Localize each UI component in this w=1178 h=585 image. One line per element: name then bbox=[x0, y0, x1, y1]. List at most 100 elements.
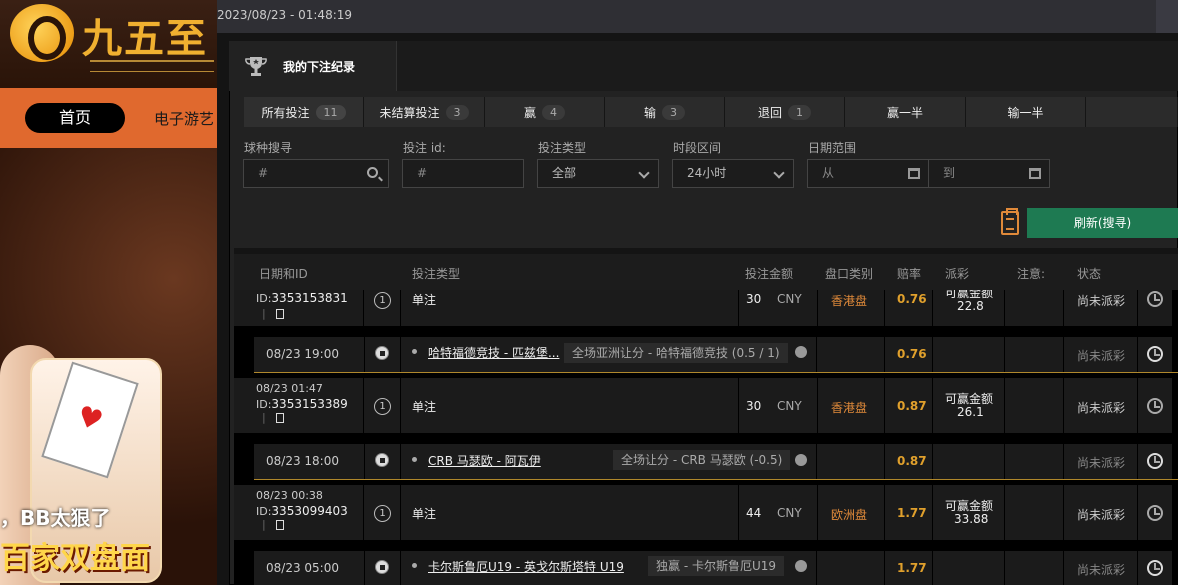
copy-icon[interactable] bbox=[275, 309, 284, 319]
clock-cell bbox=[1138, 444, 1172, 479]
bet-type-select[interactable]: 全部 bbox=[537, 159, 659, 188]
divider: | bbox=[262, 411, 266, 424]
status-cell: 尚未派彩 bbox=[1064, 485, 1137, 540]
nav-home-button[interactable]: 首页 bbox=[25, 103, 125, 133]
bet-id-line: ID:3353099403 bbox=[256, 504, 348, 519]
divider: | bbox=[262, 518, 266, 531]
col-market: 盘口类别 bbox=[825, 267, 874, 281]
status-cell: 尚未派彩 bbox=[1064, 290, 1137, 326]
odds-cell: 0.76 bbox=[885, 290, 932, 326]
tab-count: 3 bbox=[662, 104, 685, 120]
bet-id-prefix: ID: bbox=[256, 505, 272, 518]
clock-icon[interactable] bbox=[1147, 291, 1163, 307]
sport-search-input[interactable]: # bbox=[243, 159, 389, 188]
period-label: 时段区间 bbox=[673, 141, 722, 155]
tab-count: 1 bbox=[788, 104, 811, 120]
tab-lost[interactable]: 输 3 bbox=[605, 97, 725, 127]
match-link[interactable]: 卡尔斯鲁厄U19 - 英戈尔斯塔特 U19 bbox=[428, 558, 624, 575]
sport-cell bbox=[365, 337, 400, 372]
clock-icon[interactable] bbox=[1147, 505, 1163, 521]
tab-all-bets[interactable]: 所有投注 11 bbox=[244, 97, 364, 127]
copy-icon[interactable] bbox=[275, 520, 284, 530]
odds: 0.76 bbox=[897, 347, 927, 361]
copy-icon[interactable] bbox=[275, 413, 284, 423]
chevron-down-icon bbox=[638, 167, 650, 179]
bet-date: 08/23 00:38 bbox=[256, 489, 323, 502]
nav-electronic-games[interactable]: 电子游艺 bbox=[154, 108, 214, 129]
clock-icon[interactable] bbox=[1147, 346, 1163, 362]
divider: | bbox=[262, 307, 266, 320]
date-id-cell: 08/23 00:38 ID:3353099403 | bbox=[234, 485, 363, 540]
status-cell: 尚未派彩 bbox=[1064, 444, 1137, 479]
search-icon[interactable] bbox=[367, 167, 378, 178]
status: 尚未派彩 bbox=[1077, 349, 1126, 363]
tab-unsettled[interactable]: 未结算投注 3 bbox=[364, 97, 485, 127]
note-cell bbox=[1005, 337, 1063, 372]
bet-amount: 30 bbox=[746, 399, 762, 413]
market-type: 香港盘 bbox=[831, 401, 868, 415]
match-link[interactable]: CRB 马瑟欧 - 阿瓦伊 bbox=[428, 452, 541, 469]
amount-cell: 44 CNY bbox=[739, 485, 817, 540]
bullet-icon bbox=[412, 349, 417, 354]
payout-value: 26.1 bbox=[957, 405, 984, 419]
tab-half-won[interactable]: 赢一半 bbox=[845, 97, 966, 127]
pick-description: 全场让分 - CRB 马瑟欧 (-0.5) bbox=[613, 450, 791, 470]
calendar-icon[interactable] bbox=[908, 168, 920, 179]
note-cell bbox=[1005, 444, 1063, 479]
market-cell bbox=[817, 337, 884, 372]
tab-half-lost[interactable]: 输一半 bbox=[966, 97, 1086, 127]
selection-count: 1 bbox=[374, 292, 391, 309]
count-cell: 1 bbox=[364, 290, 400, 326]
payout-cell: 可赢金额 22.8 bbox=[933, 290, 1004, 326]
user-icon bbox=[795, 454, 807, 466]
sport-cell bbox=[365, 551, 400, 585]
currency: CNY bbox=[777, 292, 802, 306]
payout-cell bbox=[933, 444, 1004, 479]
date-id-cell: ID:3353153831 | bbox=[234, 290, 363, 326]
status: 尚未派彩 bbox=[1077, 563, 1126, 577]
copy-id-line: | bbox=[262, 307, 284, 321]
bet-id-input[interactable]: # bbox=[402, 159, 524, 188]
bet-id-placeholder: # bbox=[417, 166, 428, 180]
col-date-id: 日期和ID bbox=[259, 267, 308, 281]
bet-type-value: 全部 bbox=[552, 166, 577, 180]
clipboard-icon[interactable] bbox=[1001, 208, 1019, 235]
tab-refunded[interactable]: 退回 1 bbox=[725, 97, 845, 127]
clock-icon[interactable] bbox=[1147, 398, 1163, 414]
bet-id: 3353153831 bbox=[271, 291, 348, 305]
bet-id-line: ID:3353153831 bbox=[256, 291, 348, 306]
clock-icon[interactable] bbox=[1147, 560, 1163, 576]
match-link[interactable]: 哈特福德竞技 - 匹兹堡... bbox=[428, 344, 559, 361]
tab-label: 赢一半 bbox=[886, 105, 923, 120]
bet-id-label: 投注 id: bbox=[403, 141, 446, 155]
bet-id-prefix: ID: bbox=[256, 398, 272, 411]
clock-icon[interactable] bbox=[1147, 453, 1163, 469]
period-value: 24小时 bbox=[687, 166, 727, 180]
chevron-down-icon bbox=[773, 167, 785, 179]
payout-cell: 可赢金额 33.88 bbox=[933, 485, 1004, 540]
refresh-search-button[interactable]: 刷新(搜寻) bbox=[1027, 208, 1178, 238]
bet-amount: 30 bbox=[746, 292, 762, 306]
user-icon bbox=[795, 560, 807, 572]
date-id-cell: 08/23 01:47 ID:3353153389 | bbox=[234, 378, 363, 433]
payout-cell bbox=[933, 551, 1004, 585]
period-select[interactable]: 24小时 bbox=[672, 159, 794, 188]
sport-search-label: 球种搜寻 bbox=[244, 141, 293, 155]
bullet-icon bbox=[412, 563, 417, 568]
soccer-ball-icon bbox=[375, 560, 389, 574]
market-cell: 香港盘 bbox=[818, 378, 884, 433]
date-from-input[interactable]: 从 bbox=[807, 159, 929, 188]
tab-won[interactable]: 赢 4 bbox=[485, 97, 605, 127]
tab-label: 赢 bbox=[523, 105, 536, 120]
amount-cell: 30 CNY bbox=[739, 290, 817, 326]
col-amount: 投注金额 bbox=[745, 267, 794, 281]
market-cell: 香港盘 bbox=[818, 290, 884, 326]
bet-date: 08/23 01:47 bbox=[256, 382, 323, 395]
tab-more[interactable] bbox=[1086, 97, 1178, 127]
odds-cell: 0.87 bbox=[885, 378, 932, 433]
calendar-icon[interactable] bbox=[1029, 168, 1041, 179]
match-cell: CRB 马瑟欧 - 阿瓦伊 全场让分 - CRB 马瑟欧 (-0.5) bbox=[401, 444, 816, 479]
date-to-input[interactable]: 到 bbox=[928, 159, 1050, 188]
pick-description: 独赢 - 卡尔斯鲁厄U19 bbox=[648, 556, 785, 576]
row-divider bbox=[254, 372, 1178, 373]
